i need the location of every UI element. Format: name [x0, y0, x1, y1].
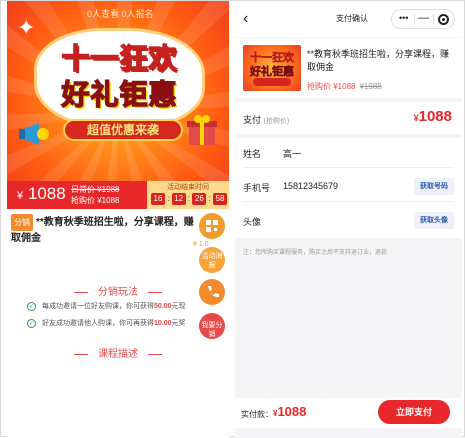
total-amount: ¥1088	[273, 404, 307, 419]
distribution-section-title: 分销玩法	[7, 283, 229, 298]
sparkle-icon: ✦	[17, 15, 36, 40]
total-label: 实付款：	[241, 410, 273, 419]
price-bar: ¥ 1088 日常价 ¥1988 抢购价 ¥1088 活动结束时间 16 : 1…	[7, 181, 229, 209]
promo-banner: ✦ 0人查看 0人报名 十一狂欢 好礼钜惠 超值优惠来袭	[7, 1, 229, 181]
megaphone-icon	[19, 123, 49, 145]
countdown-seconds: 58	[213, 193, 228, 205]
more-dots-icon[interactable]: •••	[399, 13, 408, 23]
close-target-icon[interactable]	[438, 14, 449, 25]
name-row[interactable]: 姓名 高一	[243, 138, 454, 168]
order-product-price: 抢购价 ¥1088 ¥1988	[307, 82, 382, 91]
phone-label: 手机号	[243, 183, 271, 193]
banner-title-line1: 十一狂欢	[61, 42, 178, 75]
get-avatar-button[interactable]: 获取头像	[414, 212, 454, 229]
floating-price-peek: ¥ 1.0	[193, 241, 209, 248]
pay-now-button[interactable]: 立即支付	[378, 400, 450, 424]
distribute-button[interactable]: 我要分销	[199, 313, 225, 339]
distribution-rule-1: ✓ 每成功邀请一位好友购课，你可获得50.00元现	[27, 301, 186, 311]
checkout-bar: 实付款： ¥1088 立即支付	[235, 398, 462, 428]
screenshot-frame: ✦ 0人查看 0人报名 十一狂欢 好礼钜惠 超值优惠来袭 ¥ 1088 日常价 …	[0, 0, 465, 438]
promo-pill: 超值优惠来袭	[63, 119, 183, 141]
back-arrow-icon[interactable]: ‹	[243, 10, 248, 28]
refund-notice: 注：您所购买课程服务，购买之后不支持退订业，退款	[243, 250, 388, 256]
distribution-tag: 分销	[11, 214, 33, 231]
banner-title-line2: 好礼钜惠	[61, 78, 178, 111]
gift-box-icon	[187, 115, 217, 145]
nav-bar: ‹ 支付确认 ••• —	[235, 1, 462, 37]
course-description-title: 课程描述	[7, 345, 229, 360]
phone-field[interactable]: 15812345679	[283, 181, 338, 191]
view-signup-stats: 0人查看 0人报名	[87, 9, 154, 19]
qr-code-icon	[206, 220, 218, 232]
pay-amount: ¥1088	[413, 108, 452, 125]
countdown-hours: 12	[171, 193, 186, 205]
pay-label: 支付 (抢购价)	[243, 115, 290, 125]
payment-confirm-panel: ‹ 支付确认 ••• — 十一狂欢 好礼钜惠 **教育秋季班招生啦，分享课程，赚…	[235, 1, 462, 438]
flash-price: 抢购价 ¥1088	[71, 196, 120, 205]
order-product-name: **教育秋季班招生啦，分享课程，赚取佣金	[307, 49, 450, 72]
phone-row: 手机号 15812345679 获取号码	[243, 172, 454, 202]
countdown-days: 16	[151, 193, 165, 205]
regular-price: 日常价 ¥1988	[71, 185, 120, 194]
avatar-label: 头像	[243, 217, 262, 227]
miniprogram-capsule: ••• —	[391, 9, 455, 29]
name-field[interactable]: 高一	[283, 147, 301, 160]
check-circle-icon: ✓	[27, 318, 36, 328]
buyer-info-form: 姓名 高一 手机号 15812345679 获取号码 头像 获取头像	[235, 138, 462, 238]
get-phone-button[interactable]: 获取号码	[414, 178, 454, 195]
avatar-row: 头像 获取头像	[243, 206, 454, 236]
countdown: 活动结束时间 16 : 12 : 26 : 58	[147, 181, 229, 209]
activity-poster-button[interactable]: 活动海报	[199, 247, 225, 273]
name-label: 姓名	[243, 149, 262, 159]
countdown-label: 活动结束时间	[167, 184, 209, 191]
product-detail-panel: ✦ 0人查看 0人报名 十一狂欢 好礼钜惠 超值优惠来袭 ¥ 1088 日常价 …	[7, 1, 229, 438]
page-title: 支付确认	[336, 14, 368, 23]
product-title: 分销 **教育秋季班招生啦，分享课程，赚取佣金	[11, 214, 201, 246]
countdown-digits: 16 : 12 : 26 : 58	[151, 193, 228, 205]
order-product-card: 十一狂欢 好礼钜惠 **教育秋季班招生啦，分享课程，赚取佣金 抢购价 ¥1088…	[235, 38, 462, 98]
check-circle-icon: ✓	[27, 301, 36, 311]
distribution-rule-2: ✓ 好友成功邀请他人购课，你可再获得10.00元奖	[27, 318, 186, 328]
product-thumbnail: 十一狂欢 好礼钜惠	[243, 45, 301, 91]
current-price: ¥ 1088	[17, 184, 66, 203]
qr-code-button[interactable]	[199, 213, 225, 239]
minimize-icon[interactable]: —	[418, 12, 429, 24]
pay-amount-row: 支付 (抢购价) ¥1088	[235, 102, 462, 134]
countdown-minutes: 26	[192, 193, 207, 205]
